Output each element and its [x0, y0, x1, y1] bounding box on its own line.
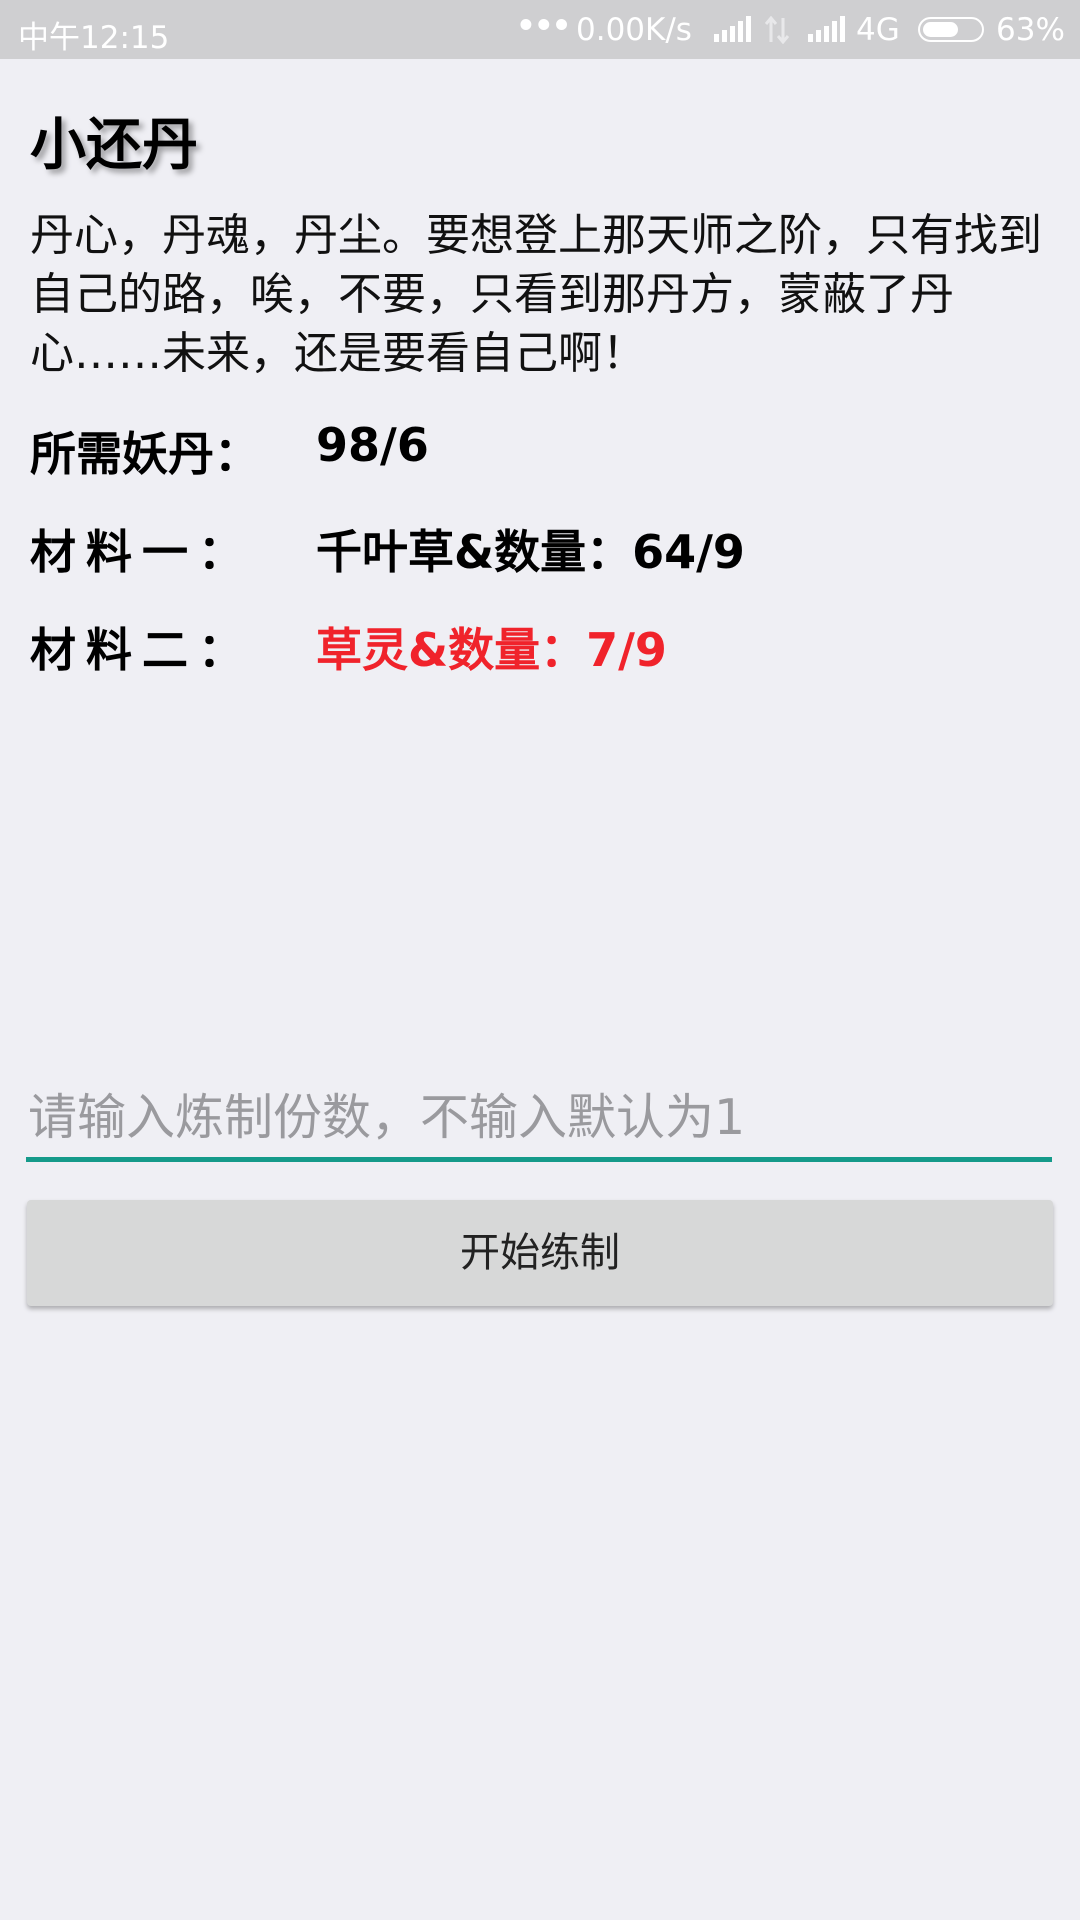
status-bar: 中午12:15 ••• 0.00K/s 4G 63%	[0, 0, 1080, 59]
row-label: 材料一：	[30, 525, 254, 579]
page-title: 小还丹	[30, 113, 198, 178]
network-type: 4G	[856, 12, 900, 48]
status-time: 中午12:15	[18, 20, 170, 56]
quantity-field-container	[26, 1078, 1052, 1162]
battery-percent: 63%	[996, 12, 1065, 48]
data-transfer-icon	[764, 16, 790, 44]
more-notifications-icon: •••	[516, 8, 571, 44]
row-value: 98/6	[316, 418, 429, 472]
signal-icon	[808, 16, 845, 42]
screen: 中午12:15 ••• 0.00K/s 4G 63% 小还丹 丹心，丹魂，丹尘。…	[0, 0, 1080, 1920]
signal-icon	[714, 16, 751, 42]
row-value: 草灵&数量：7/9	[316, 623, 667, 677]
battery-icon	[918, 17, 984, 42]
description-text: 丹心，丹魂，丹尘。要想登上那天师之阶，只有找到自己的路，唉，不要，只看到那丹方，…	[30, 210, 1042, 379]
quantity-input[interactable]	[26, 1078, 1052, 1156]
network-speed: 0.00K/s	[576, 12, 692, 48]
row-value: 千叶草&数量：64/9	[316, 525, 745, 579]
start-refining-button[interactable]: 开始练制	[27, 1200, 1053, 1306]
row-label: 所需妖丹：	[30, 427, 260, 481]
row-label: 材料二：	[30, 623, 254, 677]
